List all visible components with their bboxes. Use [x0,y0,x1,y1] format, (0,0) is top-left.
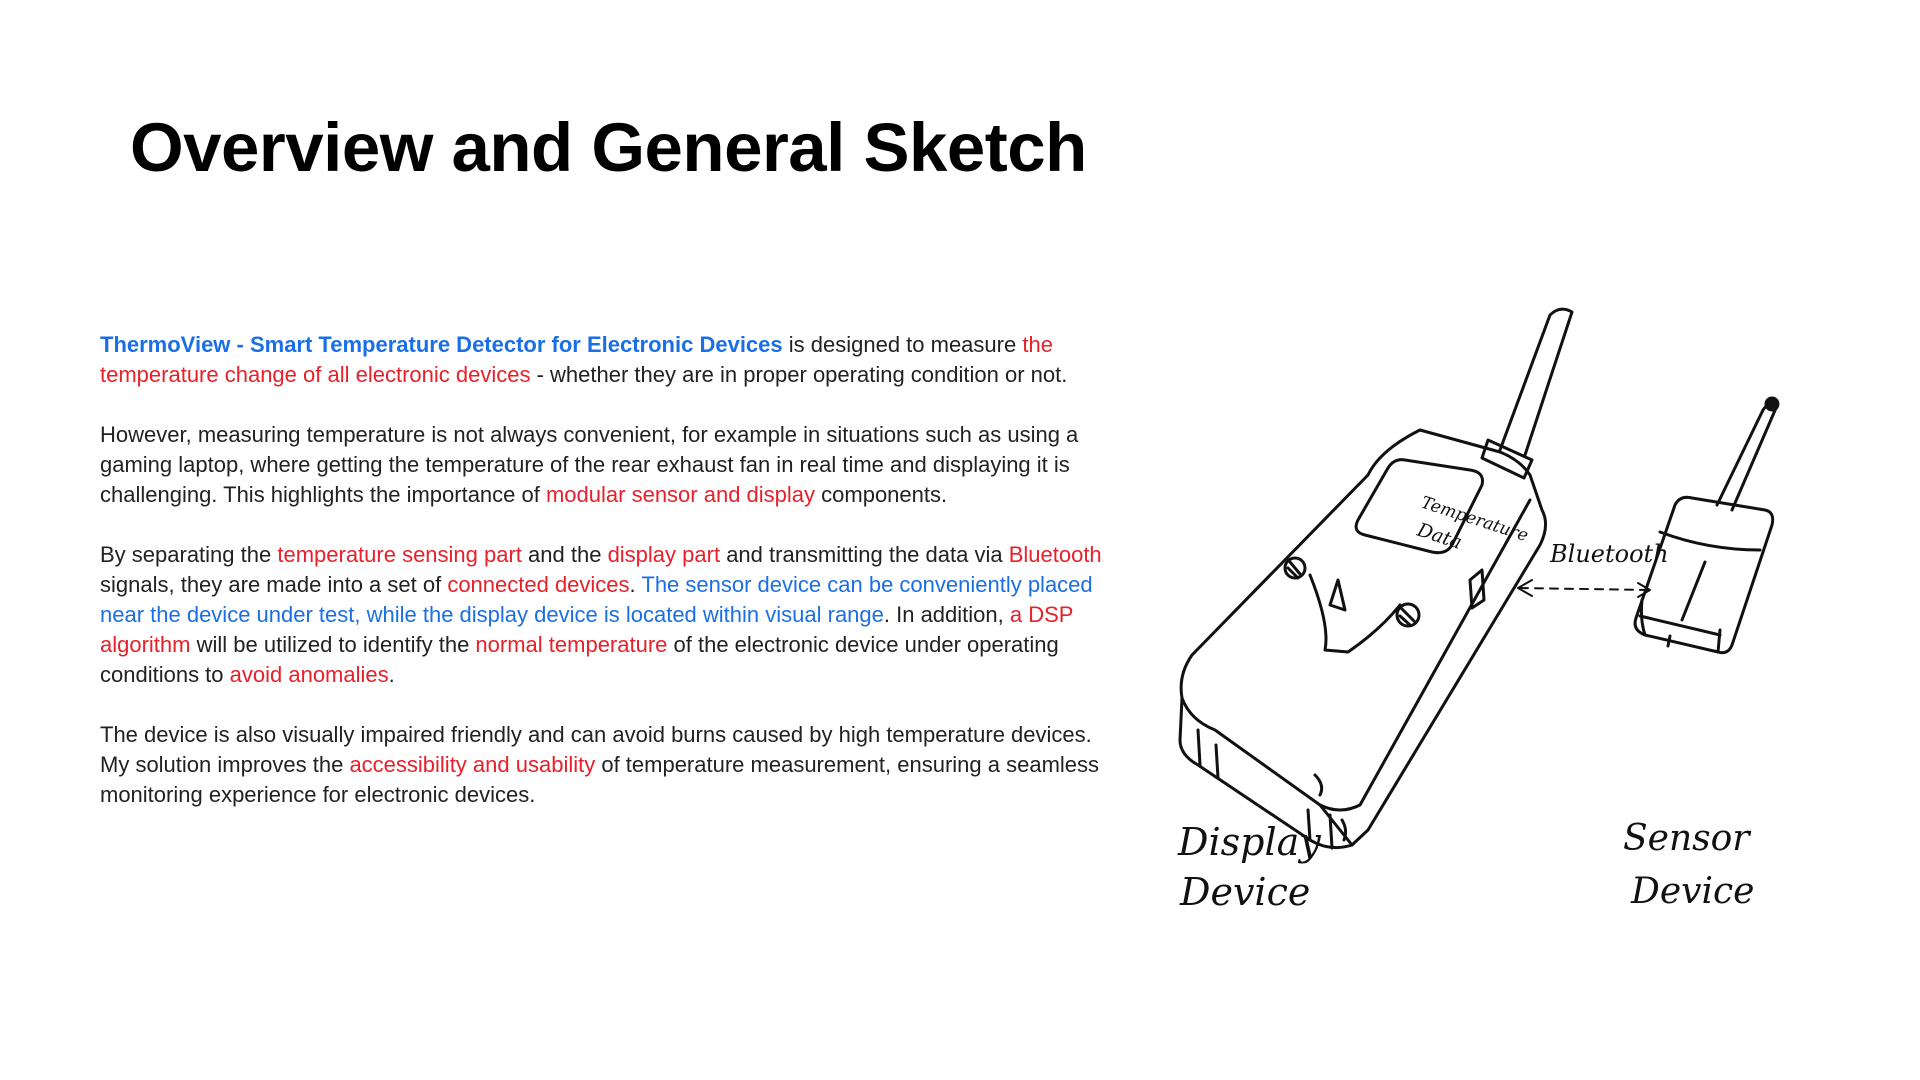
sensor-device-body [1633,495,1775,655]
paragraph-solution: By separating the temperature sensing pa… [100,540,1110,690]
overview-text: ThermoView - Smart Temperature Detector … [100,330,1110,840]
display-antenna [1480,307,1574,480]
device-sketch-drawing: Temperature Data Bluetooth Display Devic… [1177,307,1780,914]
text-segment: avoid anomalies [229,662,389,687]
display-label-line1: Display [1177,820,1321,864]
text-segment: and the [521,542,608,567]
text-segment: modular sensor and display [545,482,816,507]
paragraph-benefits: The device is also visually impaired fri… [100,720,1110,810]
text-segment: . In addition, [883,602,1010,627]
device-sketch: Temperature Data Bluetooth Display Devic… [1120,300,1840,920]
bluetooth-arrow [1517,579,1651,598]
bluetooth-label: Bluetooth [1549,540,1669,568]
sensor-label-line2: Device [1630,871,1755,912]
paragraph-problem: However, measuring temperature is not al… [100,420,1110,510]
text-segment: temperature sensing part [277,542,522,567]
sensor-label-line1: Sensor [1623,818,1751,859]
text-segment: is designed to measure [782,332,1023,357]
text-segment: - whether they are in proper operating c… [530,362,1068,387]
paragraph-intro: ThermoView - Smart Temperature Detector … [100,330,1110,390]
text-segment: accessibility and usability [349,752,596,777]
sensor-antenna [1715,396,1780,512]
display-label-line2: Device [1179,870,1310,914]
text-segment: By separating the [100,542,278,567]
text-segment: components. [815,482,948,507]
display-device-body [1178,428,1547,850]
text-segment: . [629,572,642,597]
slide-title: Overview and General Sketch [130,109,1087,186]
text-segment: display part [607,542,721,567]
text-segment: ThermoView - Smart Temperature Detector … [100,332,783,357]
text-segment: . [388,662,395,687]
text-segment: Bluetooth [1008,542,1102,567]
text-segment: and transmitting the data via [720,542,1009,567]
text-segment: signals, they are made into a set of [100,572,448,597]
text-segment: normal temperature [475,632,668,657]
text-segment: connected devices [447,572,630,597]
text-segment: will be utilized to identify the [190,632,476,657]
